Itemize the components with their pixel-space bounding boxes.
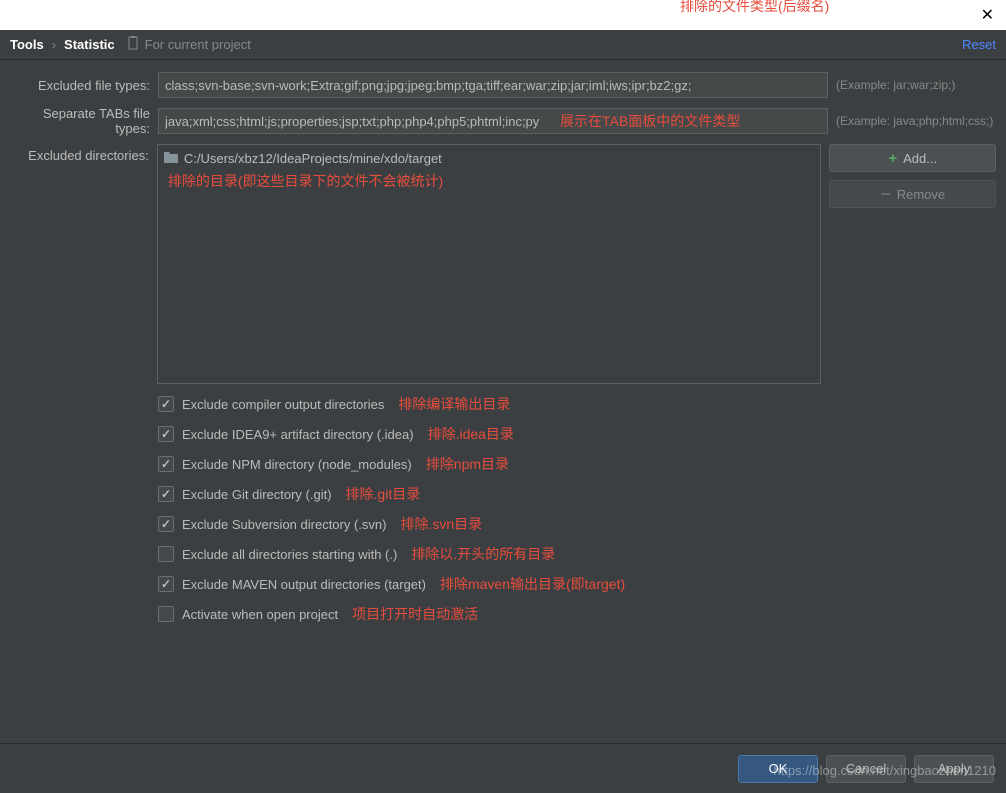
row-excluded-dirs: Excluded directories: C:/Users/xbz12/Ide… (10, 144, 996, 384)
row-tab-types: Separate TABs file types: 展示在TAB面板中的文件类型… (10, 106, 996, 136)
tab-types-input[interactable] (158, 108, 828, 134)
remove-label: Remove (897, 187, 945, 202)
checkbox-compiler-output: Exclude compiler output directories 排除编译… (158, 394, 996, 414)
add-label: Add... (903, 151, 937, 166)
example-types: (Example: jar;war;zip;) (836, 78, 955, 92)
checkbox-list: Exclude compiler output directories 排除编译… (158, 394, 996, 624)
checkbox-git: Exclude Git directory (.git) 排除.git目录 (158, 484, 996, 504)
close-icon[interactable]: ✕ (981, 5, 994, 25)
checkbox-idea-artifact: Exclude IDEA9+ artifact directory (.idea… (158, 424, 996, 444)
checkbox[interactable] (158, 486, 174, 502)
checkbox-label[interactable]: Exclude Git directory (.git) (182, 487, 332, 502)
checkbox-label[interactable]: Exclude NPM directory (node_modules) (182, 457, 412, 472)
reset-link[interactable]: Reset (962, 37, 996, 52)
annotation: 排除.git目录 (346, 484, 421, 504)
annotation-dirs: 排除的目录(即这些目录下的文件不会被统计) (168, 171, 443, 191)
breadcrumb: Tools › Statistic (10, 37, 115, 52)
scope-label: For current project (127, 36, 251, 53)
annotation: 项目打开时自动激活 (352, 604, 478, 624)
label-excluded-types: Excluded file types: (10, 78, 150, 93)
checkbox-npm: Exclude NPM directory (node_modules) 排除n… (158, 454, 996, 474)
remove-button[interactable]: − Remove (829, 180, 996, 208)
checkbox-activate: Activate when open project 项目打开时自动激活 (158, 604, 996, 624)
clipboard-icon (127, 36, 139, 53)
dir-path: C:/Users/xbz12/IdeaProjects/mine/xdo/tar… (184, 151, 442, 166)
add-button[interactable]: + Add... (829, 144, 996, 172)
checkbox[interactable] (158, 576, 174, 592)
excluded-types-input[interactable] (158, 72, 828, 98)
folder-icon (164, 151, 178, 166)
annotation: 排除.idea目录 (428, 424, 514, 444)
list-item[interactable]: C:/Users/xbz12/IdeaProjects/mine/xdo/tar… (162, 149, 817, 168)
checkbox-label[interactable]: Activate when open project (182, 607, 338, 622)
breadcrumb-current: Statistic (64, 37, 115, 52)
dialog-footer: OK Cancel Apply (0, 743, 1006, 793)
checkbox[interactable] (158, 456, 174, 472)
example-tabs: (Example: java;php;html;css;) (836, 114, 993, 128)
checkbox-maven: Exclude MAVEN output directories (target… (158, 574, 996, 594)
checkbox-label[interactable]: Exclude IDEA9+ artifact directory (.idea… (182, 427, 414, 442)
label-excluded-dirs: Excluded directories: (10, 144, 149, 163)
annotation: 排除.svn目录 (400, 514, 482, 534)
annotation: 排除编译输出目录 (398, 394, 510, 414)
dir-buttons: + Add... − Remove (829, 144, 996, 208)
annotation: 排除以.开头的所有目录 (411, 544, 555, 564)
apply-button[interactable]: Apply (914, 755, 994, 783)
plus-icon: + (888, 150, 897, 167)
cancel-button[interactable]: Cancel (826, 755, 906, 783)
ok-button[interactable]: OK (738, 755, 818, 783)
checkbox[interactable] (158, 516, 174, 532)
checkbox[interactable] (158, 396, 174, 412)
checkbox-svn: Exclude Subversion directory (.svn) 排除.s… (158, 514, 996, 534)
checkbox[interactable] (158, 546, 174, 562)
checkbox[interactable] (158, 606, 174, 622)
checkbox-dot-dirs: Exclude all directories starting with (.… (158, 544, 996, 564)
checkbox-label[interactable]: Exclude compiler output directories (182, 397, 384, 412)
row-excluded-types: Excluded file types: (Example: jar;war;z… (10, 72, 996, 98)
settings-content: 排除的文件类型(后缀名) Excluded file types: (Examp… (0, 60, 1006, 644)
label-tab-types: Separate TABs file types: (10, 106, 150, 136)
minus-icon: − (880, 189, 891, 199)
checkbox-label[interactable]: Exclude Subversion directory (.svn) (182, 517, 386, 532)
annotation: 排除npm目录 (426, 454, 509, 474)
scope-text: For current project (145, 37, 251, 52)
checkbox[interactable] (158, 426, 174, 442)
title-bar: ✕ (0, 0, 1006, 30)
breadcrumb-bar: Tools › Statistic For current project Re… (0, 30, 1006, 60)
annotation-types: 排除的文件类型(后缀名) (680, 0, 829, 16)
directory-list[interactable]: C:/Users/xbz12/IdeaProjects/mine/xdo/tar… (157, 144, 822, 384)
checkbox-label[interactable]: Exclude all directories starting with (.… (182, 547, 397, 562)
annotation: 排除maven输出目录(即target) (440, 574, 625, 594)
chevron-right-icon: › (52, 37, 56, 52)
breadcrumb-root[interactable]: Tools (10, 37, 44, 52)
checkbox-label[interactable]: Exclude MAVEN output directories (target… (182, 577, 426, 592)
